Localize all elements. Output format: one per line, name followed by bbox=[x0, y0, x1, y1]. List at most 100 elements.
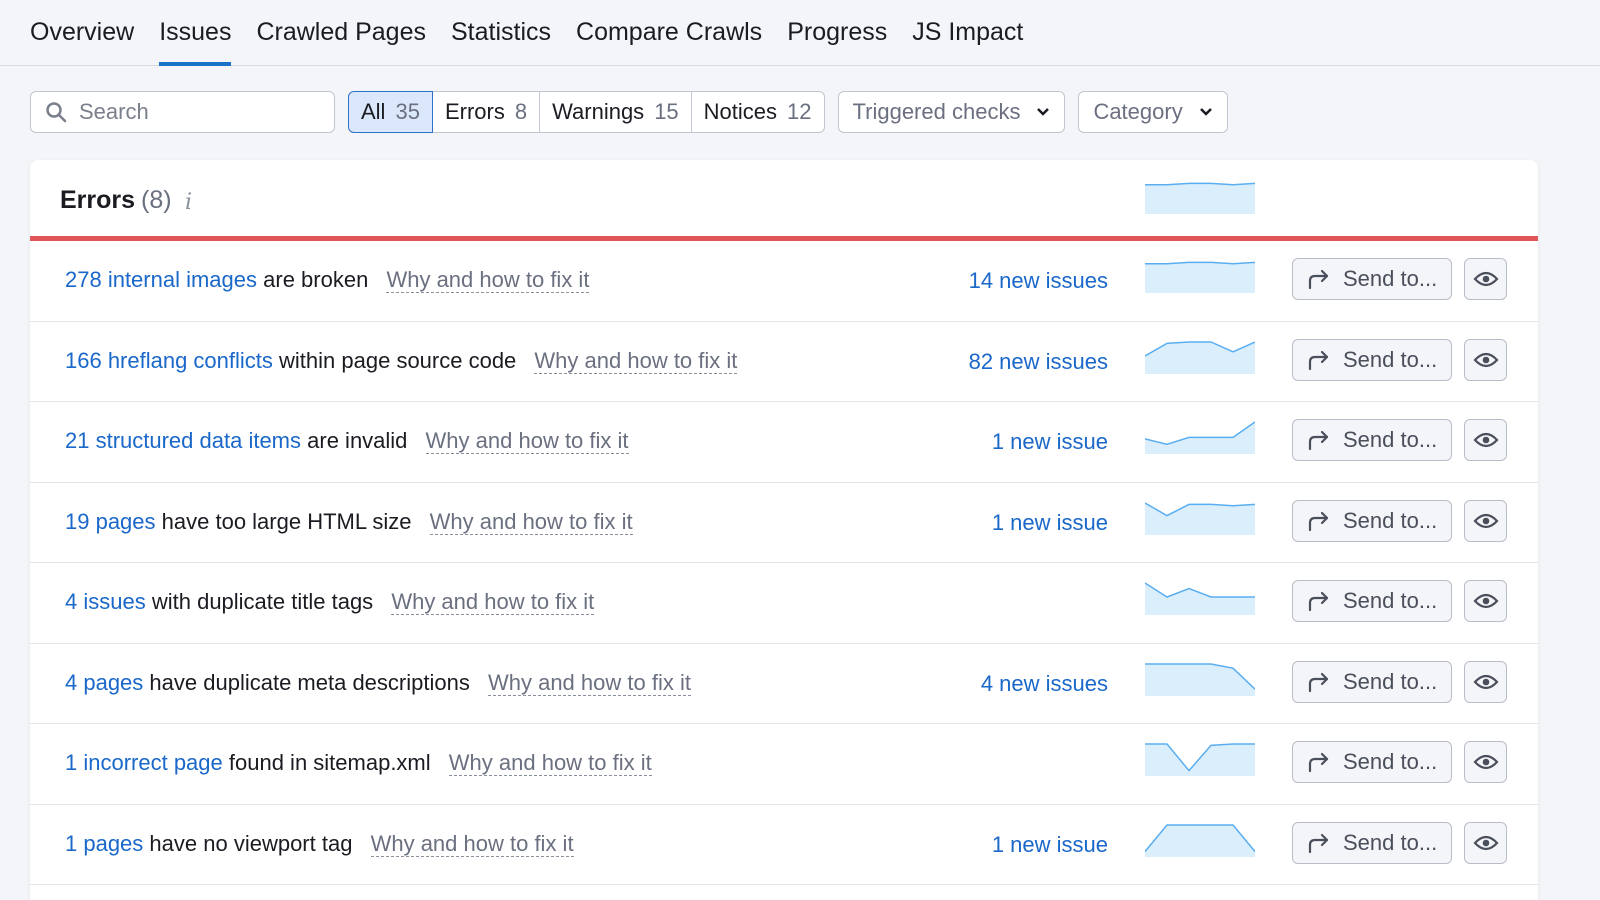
new-issues-link[interactable]: 14 new issues bbox=[969, 268, 1108, 294]
new-issues-link[interactable]: 1 new issue bbox=[992, 832, 1108, 858]
sparkline-area bbox=[1145, 744, 1255, 776]
category-dropdown[interactable]: Category bbox=[1078, 91, 1228, 133]
why-fix-link[interactable]: Why and how to fix it bbox=[386, 267, 590, 293]
issue-text: have duplicate meta descriptions bbox=[149, 669, 470, 695]
issue-link[interactable]: 1 pages bbox=[65, 831, 143, 856]
share-arrow-icon bbox=[1308, 511, 1329, 531]
issue-text: with duplicate title tags bbox=[151, 589, 374, 614]
issue-link[interactable]: 19 pages bbox=[65, 509, 156, 534]
hide-issue-button[interactable] bbox=[1464, 499, 1507, 542]
tab-issues[interactable]: Issues bbox=[159, 0, 232, 66]
hide-issue-button[interactable] bbox=[1464, 821, 1507, 864]
send-to-label: Send to... bbox=[1343, 668, 1438, 694]
share-arrow-icon bbox=[1308, 672, 1329, 692]
issue-trend-sparkline bbox=[1145, 743, 1255, 776]
send-to-button[interactable]: Send to... bbox=[1292, 821, 1452, 864]
issue-link[interactable]: 278 internal images bbox=[65, 267, 257, 292]
issue-row: 19 pages have too large HTML size Why an… bbox=[30, 483, 1538, 563]
tab-js-impact[interactable]: JS Impact bbox=[912, 0, 1023, 66]
triggered-checks-dropdown[interactable]: Triggered checks bbox=[837, 91, 1066, 133]
search-icon bbox=[46, 102, 67, 123]
send-to-button[interactable]: Send to... bbox=[1292, 258, 1452, 300]
share-arrow-icon bbox=[1308, 591, 1329, 612]
issue-description: 1 pages have no viewport tag Why and how… bbox=[65, 830, 574, 857]
errors-trend-sparkline bbox=[1145, 182, 1255, 214]
filter-notices[interactable]: Notices 12 bbox=[691, 91, 825, 133]
sparkline-area bbox=[1145, 583, 1255, 615]
hide-issue-button[interactable] bbox=[1464, 419, 1507, 461]
eye-icon bbox=[1473, 271, 1498, 287]
errors-title: Errors (8) bbox=[60, 186, 172, 215]
filter-errors[interactable]: Errors 8 bbox=[432, 91, 541, 133]
send-to-label: Send to... bbox=[1343, 266, 1438, 291]
hide-issue-button[interactable] bbox=[1464, 741, 1507, 783]
sparkline-area bbox=[1145, 824, 1255, 857]
top-tabs: Overview Issues Crawled Pages Statistics Com… bbox=[0, 0, 1600, 66]
search-input[interactable] bbox=[77, 98, 321, 126]
why-fix-link[interactable]: Why and how to fix it bbox=[391, 589, 595, 615]
hide-issue-button[interactable] bbox=[1464, 258, 1507, 300]
hide-issue-button[interactable] bbox=[1464, 660, 1507, 703]
search-box[interactable] bbox=[30, 91, 335, 133]
errors-panel: Errors (8) i 278 internal images are brok… bbox=[30, 160, 1538, 900]
tab-crawled-pages[interactable]: Crawled Pages bbox=[256, 0, 426, 66]
issue-row: 278 internal images are broken Why and h… bbox=[30, 241, 1538, 322]
share-arrow-icon bbox=[1308, 833, 1329, 853]
tab-progress[interactable]: Progress bbox=[787, 0, 887, 66]
why-fix-link[interactable]: Why and how to fix it bbox=[370, 830, 574, 857]
filter-label: Errors bbox=[444, 99, 505, 124]
errors-count: (8) bbox=[141, 186, 172, 214]
send-to-label: Send to... bbox=[1343, 829, 1438, 855]
why-fix-link[interactable]: Why and how to fix it bbox=[487, 669, 691, 696]
tab-overview[interactable]: Overview bbox=[30, 0, 134, 66]
new-issues-link[interactable]: 82 new issues bbox=[969, 349, 1108, 375]
eye-icon bbox=[1473, 513, 1498, 528]
issue-description: 278 internal images are broken Why and h… bbox=[65, 267, 590, 293]
eye-icon bbox=[1473, 352, 1498, 367]
issue-description: 166 hreflang conflicts within page sourc… bbox=[65, 347, 738, 374]
filter-warnings[interactable]: Warnings 15 bbox=[540, 91, 692, 133]
why-fix-link[interactable]: Why and how to fix it bbox=[534, 347, 738, 374]
sparkline-area bbox=[1145, 183, 1255, 214]
why-fix-link[interactable]: Why and how to fix it bbox=[429, 508, 633, 535]
send-to-label: Send to... bbox=[1343, 588, 1438, 613]
new-issues-link[interactable]: 1 new issue bbox=[992, 510, 1108, 536]
share-arrow-icon bbox=[1308, 430, 1329, 451]
send-to-button[interactable]: Send to... bbox=[1292, 338, 1452, 381]
issue-link[interactable]: 1 incorrect page bbox=[65, 750, 223, 775]
new-issues-link[interactable]: 4 new issues bbox=[981, 671, 1108, 697]
issue-text: found in sitemap.xml bbox=[228, 750, 431, 775]
issue-trend-sparkline bbox=[1145, 582, 1255, 615]
send-to-button[interactable]: Send to... bbox=[1292, 499, 1452, 542]
issue-trend-sparkline bbox=[1145, 662, 1255, 696]
chevron-down-icon bbox=[1199, 108, 1212, 116]
send-to-label: Send to... bbox=[1343, 749, 1438, 774]
hide-issue-button[interactable] bbox=[1464, 338, 1507, 381]
info-icon[interactable]: i bbox=[185, 190, 192, 215]
why-fix-link[interactable]: Why and how to fix it bbox=[425, 428, 629, 454]
issue-link[interactable]: 166 hreflang conflicts bbox=[65, 348, 273, 373]
issue-link[interactable]: 4 issues bbox=[65, 589, 146, 614]
send-to-button[interactable]: Send to... bbox=[1292, 660, 1452, 703]
why-fix-link[interactable]: Why and how to fix it bbox=[448, 750, 652, 776]
new-issues-link[interactable]: 1 new issue bbox=[992, 429, 1108, 455]
issue-link[interactable]: 21 structured data items bbox=[65, 428, 301, 453]
send-to-label: Send to... bbox=[1343, 507, 1438, 533]
triggered-checks-label: Triggered checks bbox=[852, 99, 1021, 124]
issue-row: 166 hreflang conflicts within page sourc… bbox=[30, 322, 1538, 402]
tab-statistics[interactable]: Statistics bbox=[451, 0, 551, 66]
hide-issue-button[interactable] bbox=[1464, 580, 1507, 622]
issue-link[interactable]: 4 pages bbox=[65, 670, 143, 695]
sparkline-area bbox=[1145, 262, 1255, 293]
filter-all[interactable]: All 35 bbox=[348, 91, 433, 133]
send-to-button[interactable]: Send to... bbox=[1292, 419, 1452, 461]
tab-compare-crawls[interactable]: Compare Crawls bbox=[576, 0, 762, 66]
issue-row: 1 incorrect page found in sitemap.xml Wh… bbox=[30, 724, 1538, 805]
issues-list: 278 internal images are broken Why and h… bbox=[30, 241, 1538, 885]
issue-description: 21 structured data items are invalid Why… bbox=[65, 428, 629, 454]
eye-icon bbox=[1473, 674, 1498, 689]
severity-filter: All 35 Errors 8 Warnings 15 Notices 12 bbox=[348, 91, 825, 133]
send-to-button[interactable]: Send to... bbox=[1292, 741, 1452, 783]
send-to-button[interactable]: Send to... bbox=[1292, 580, 1452, 622]
sparkline-area bbox=[1145, 502, 1255, 535]
